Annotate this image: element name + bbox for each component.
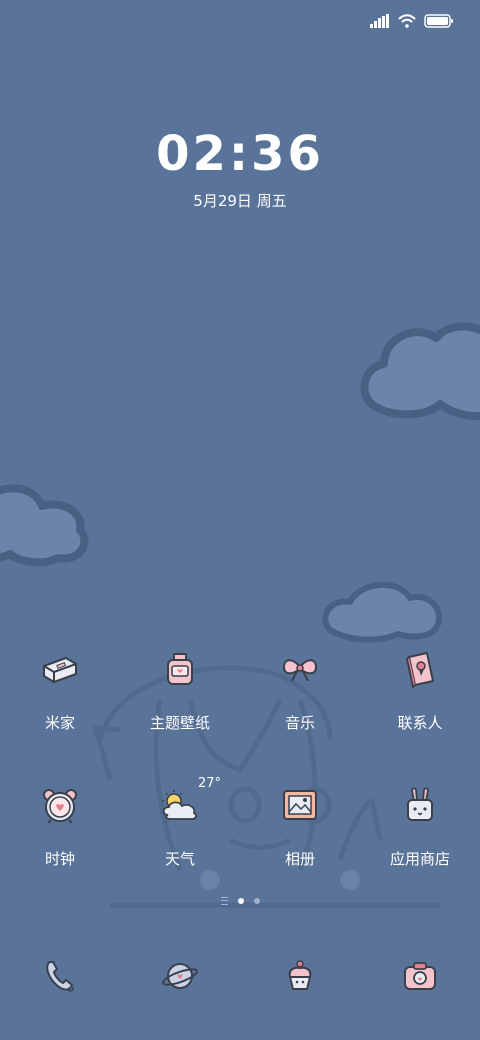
wifi-icon	[398, 14, 416, 28]
app-label: 相册	[284, 850, 315, 868]
app-label: 天气	[164, 850, 195, 868]
weather-icon	[158, 784, 202, 828]
app-contacts[interactable]: 联系人	[360, 648, 480, 733]
cloud-right	[360, 322, 480, 421]
app-label: 音乐	[284, 714, 315, 732]
page-indicator[interactable]	[0, 897, 480, 905]
music-bow-icon	[278, 648, 322, 692]
flower-deco	[200, 870, 360, 890]
page-dot-1[interactable]	[237, 898, 244, 904]
app-label: 联系人	[397, 714, 443, 732]
dock	[0, 954, 480, 998]
app-weather[interactable]: 27° 天气	[120, 776, 240, 869]
app-row-1: 米家 主题壁纸 音乐 联系人	[0, 648, 480, 733]
app-label: 应用商店	[389, 850, 450, 868]
app-theme[interactable]: 主题壁纸	[120, 648, 240, 733]
battery-icon	[424, 14, 453, 28]
mijia-icon	[38, 648, 82, 692]
gallery-frame-icon	[278, 784, 322, 828]
browser-planet-icon	[158, 954, 202, 998]
contacts-book-icon	[398, 648, 442, 692]
page-dot-2[interactable]	[253, 898, 260, 904]
cloud-left	[0, 484, 89, 567]
cloud-mid	[322, 582, 443, 643]
app-music[interactable]: 音乐	[240, 648, 360, 733]
alarm-clock-icon	[38, 784, 82, 828]
date-text: 5月29日 周五	[193, 192, 287, 210]
clock-widget[interactable]: 02:36	[0, 126, 480, 182]
signal-icon	[370, 14, 389, 28]
app-store[interactable]: 应用商店	[360, 784, 480, 869]
theme-icon	[158, 648, 202, 692]
dock-cupcake[interactable]	[240, 954, 360, 998]
dock-camera[interactable]	[360, 954, 480, 998]
app-label: 主题壁纸	[149, 714, 210, 732]
app-clock[interactable]: 时钟	[0, 784, 120, 869]
dock-phone[interactable]	[0, 954, 120, 998]
app-label: 时钟	[44, 850, 75, 868]
camera-icon	[398, 954, 442, 998]
page-list-icon[interactable]	[220, 897, 228, 905]
app-mijia[interactable]: 米家	[0, 648, 120, 733]
app-gallery[interactable]: 相册	[240, 784, 360, 869]
phone-icon	[38, 954, 82, 998]
app-label: 米家	[44, 714, 75, 732]
cupcake-icon	[278, 954, 322, 998]
app-row-2: 时钟 27° 天气 相册 应用商店	[0, 776, 480, 869]
weather-temperature: 27°	[198, 776, 222, 791]
bunny-store-icon	[398, 784, 442, 828]
status-bar	[370, 10, 454, 32]
dock-browser[interactable]	[120, 954, 240, 998]
